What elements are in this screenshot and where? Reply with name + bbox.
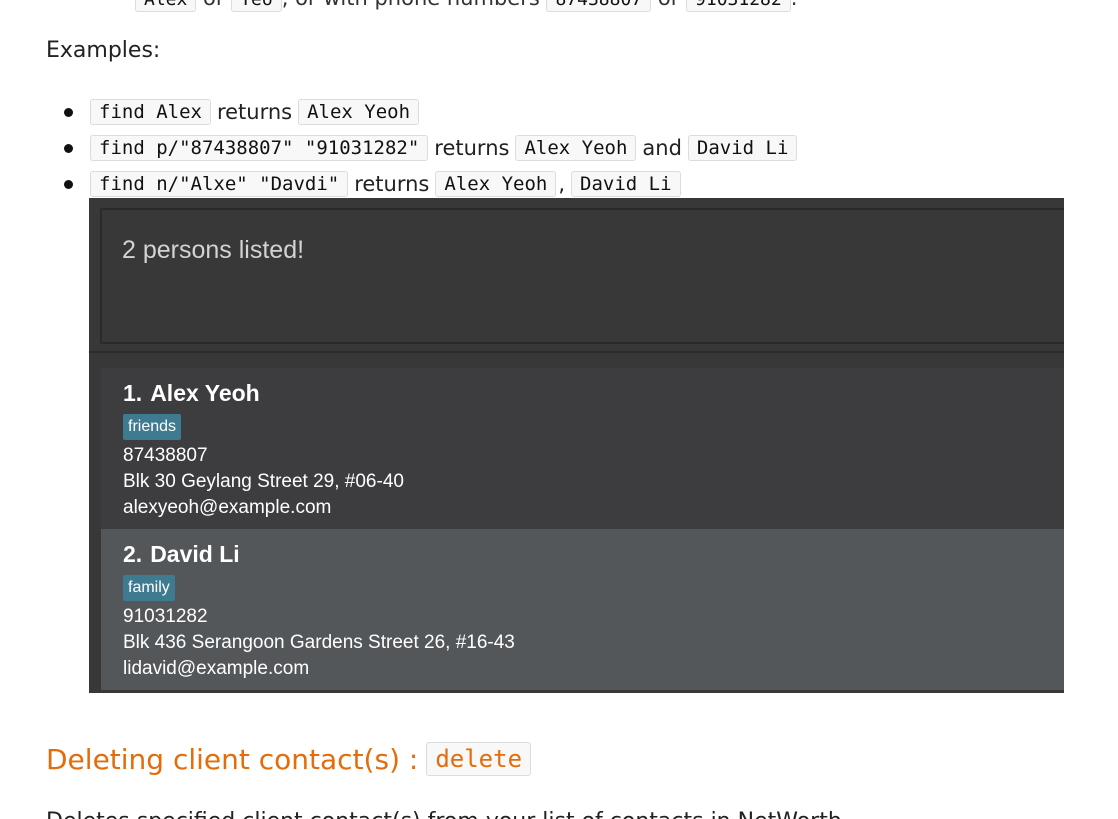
person-index: 2.	[123, 541, 143, 567]
person-email: alexyeoh@example.com	[123, 497, 332, 518]
person-phone: 91031282	[123, 606, 208, 627]
person-name: 1. Alex Yeoh	[123, 380, 260, 407]
examples-heading: Examples:	[46, 38, 161, 63]
example-item: find p/"87438807" "91031282" returns Ale…	[62, 130, 803, 166]
result-code: Alex Yeoh	[515, 135, 637, 161]
person-name-text: David Li	[150, 541, 240, 567]
section-title: Deleting client contact(s) :	[46, 742, 419, 776]
person-name-text: Alex Yeoh	[150, 380, 260, 406]
comma-text: ,	[558, 172, 566, 196]
returns-text: returns	[434, 136, 510, 160]
text-fragment: or	[658, 0, 679, 10]
returns-text: returns	[216, 100, 293, 124]
result-code: David Li	[687, 135, 798, 161]
example-item: find Alex returns Alex Yeoh	[62, 94, 803, 130]
result-message: 2 persons listed!	[122, 236, 305, 264]
example-item: find n/"Alxe" "Davdi" returns Alex Yeoh …	[62, 166, 803, 202]
person-phone: 87438807	[123, 445, 208, 466]
person-index: 1.	[123, 380, 143, 406]
command-code: find Alex	[90, 99, 211, 125]
inline-code: 87438807	[546, 0, 652, 12]
section-heading: Deleting client contact(s) : delete	[46, 742, 532, 776]
text-fragment: or	[203, 0, 224, 10]
result-code: David Li	[571, 171, 681, 197]
person-name: 2. David Li	[123, 541, 240, 568]
command-code: find n/"Alxe" "Davdi"	[90, 171, 349, 197]
cutoff-text-line: Alex or Yeo, or with phone numbers 87438…	[135, 0, 798, 12]
result-display: 2 persons listed!	[100, 208, 1064, 344]
section-description: Deletes specified client contact(s) from…	[46, 809, 849, 819]
text-fragment: .	[791, 0, 798, 10]
inline-code: Alex	[135, 0, 197, 12]
command-code: find p/"87438807" "91031282"	[90, 135, 429, 161]
examples-list: find Alex returns Alex Yeoh find p/"8743…	[62, 94, 803, 202]
and-text: and	[642, 136, 682, 160]
inline-code: Yeo	[231, 0, 282, 12]
person-tag: friends	[123, 414, 182, 440]
result-code: Alex Yeoh	[435, 171, 557, 197]
returns-text: returns	[354, 172, 430, 196]
person-card: 1. Alex Yeoh friends 87438807 Blk 30 Geyl…	[101, 368, 1064, 529]
person-tag: family	[123, 575, 175, 601]
person-address: Blk 436 Serangoon Gardens Street 26, #16…	[123, 632, 515, 653]
person-email: lidavid@example.com	[123, 658, 310, 679]
section-command-code: delete	[426, 742, 532, 776]
panel-divider	[89, 351, 1064, 353]
person-address: Blk 30 Geylang Street 29, #06-40	[123, 471, 404, 492]
app-screenshot: 2 persons listed! 1. Alex Yeoh friends 87…	[89, 198, 1064, 693]
result-code: Alex Yeoh	[298, 99, 420, 125]
person-card: 2. David Li family 91031282 Blk 436 Seran…	[101, 529, 1064, 690]
text-fragment: , or with phone numbers	[282, 0, 540, 10]
inline-code: 91031282	[686, 0, 791, 12]
